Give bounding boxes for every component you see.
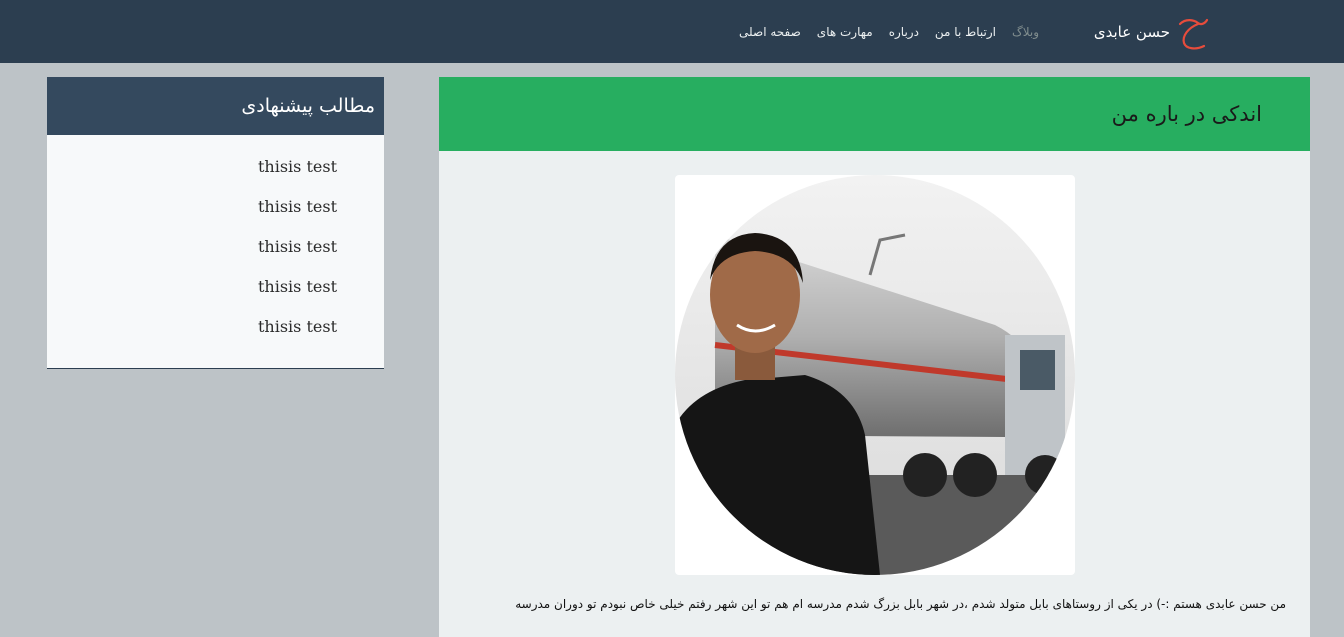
list-item[interactable]: thisis test: [258, 197, 337, 237]
list-item[interactable]: thisis test: [258, 317, 337, 357]
calligraphy-h-logo-icon: [1176, 12, 1210, 52]
list-item[interactable]: thisis test: [258, 237, 337, 277]
suggested-posts-title: مطالب پیشنهادی: [241, 95, 375, 117]
nav-link-contact[interactable]: ارتباط با من: [935, 25, 996, 39]
nav-link-skills[interactable]: مهارت های: [817, 25, 873, 39]
suggested-posts-list: thisis test thisis test thisis test this…: [258, 157, 337, 357]
list-item[interactable]: thisis test: [258, 277, 337, 317]
about-card: اندکی در باره من من حسن عابدی هستم:-) د…: [439, 77, 1310, 637]
list-item[interactable]: thisis test: [258, 157, 337, 197]
about-bio: من حسن عابدی هستم :-) در یکی از روستاهای…: [515, 597, 1286, 611]
about-title: اندکی در باره من: [1111, 102, 1262, 126]
nav-link-blog[interactable]: وبلاگ: [1012, 25, 1039, 39]
about-header: اندکی در باره من: [439, 77, 1310, 151]
top-navbar: حسن عابدی صفحه اصلی مهارت های درباره ارت…: [0, 0, 1344, 63]
nav-link-home[interactable]: صفحه اصلی: [739, 25, 801, 39]
suggested-posts-header: مطالب پیشنهادی: [47, 77, 384, 135]
brand[interactable]: حسن عابدی: [1090, 0, 1210, 63]
suggested-posts-card: مطالب پیشنهادی thisis test thisis test t…: [47, 77, 384, 369]
nav-link-about[interactable]: درباره: [889, 25, 919, 39]
profile-photo: [675, 175, 1075, 575]
main-menu: صفحه اصلی مهارت های درباره ارتباط با من …: [739, 0, 1039, 63]
brand-name: حسن عابدی: [1093, 22, 1170, 41]
